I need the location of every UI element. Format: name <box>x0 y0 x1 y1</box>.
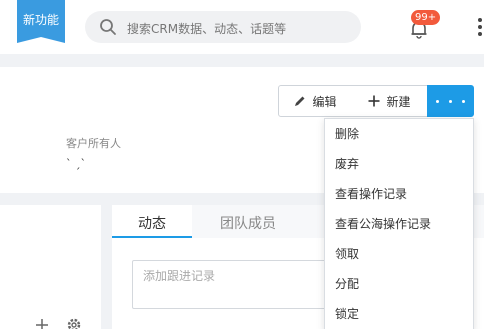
more-actions-menu: 删除 废弃 查看操作记录 查看公海操作记录 领取 分配 锁定 <box>324 118 474 329</box>
more-actions-button[interactable] <box>427 85 474 117</box>
search-icon <box>100 19 116 35</box>
new-button[interactable]: 新建 <box>352 85 428 117</box>
tab-dynamic[interactable]: 动态 <box>112 205 192 238</box>
followup-input[interactable]: 添加跟进记录 <box>132 260 342 309</box>
global-search[interactable]: 搜索CRM数据、动态、话题等 <box>85 11 361 43</box>
add-icon[interactable] <box>35 318 49 329</box>
new-button-label: 新建 <box>386 94 411 109</box>
more-dot <box>449 99 452 103</box>
plus-icon <box>368 95 380 107</box>
section-gap <box>0 54 484 67</box>
menu-item-view-log[interactable]: 查看操作记录 <box>325 179 473 209</box>
more-options-icon[interactable] <box>478 18 484 38</box>
menu-item-claim[interactable]: 领取 <box>325 239 473 269</box>
menu-item-delete[interactable]: 删除 <box>325 119 473 149</box>
owner-label: 客户所有人 <box>66 137 121 150</box>
menu-item-discard[interactable]: 废弃 <box>325 149 473 179</box>
gear-icon[interactable] <box>66 317 82 329</box>
owner-value: ˋ ˏ` <box>66 157 86 170</box>
panel-divider <box>101 193 112 329</box>
edit-button[interactable]: 编辑 <box>278 85 353 117</box>
more-dot <box>436 99 439 103</box>
menu-item-view-pool-log[interactable]: 查看公海操作记录 <box>325 209 473 239</box>
top-bar: 新功能 搜索CRM数据、动态、话题等 99+ <box>0 0 484 54</box>
menu-item-assign[interactable]: 分配 <box>325 269 473 299</box>
menu-item-lock[interactable]: 锁定 <box>325 299 473 329</box>
search-input[interactable]: 搜索CRM数据、动态、话题等 <box>127 20 286 37</box>
more-dot <box>462 99 465 103</box>
tab-team-members[interactable]: 团队成员 <box>192 205 304 238</box>
left-panel <box>0 205 101 329</box>
edit-button-label: 编辑 <box>312 94 337 109</box>
new-feature-tag[interactable]: 新功能 <box>17 0 65 43</box>
pencil-icon <box>295 96 305 106</box>
notification-badge: 99+ <box>411 10 441 25</box>
